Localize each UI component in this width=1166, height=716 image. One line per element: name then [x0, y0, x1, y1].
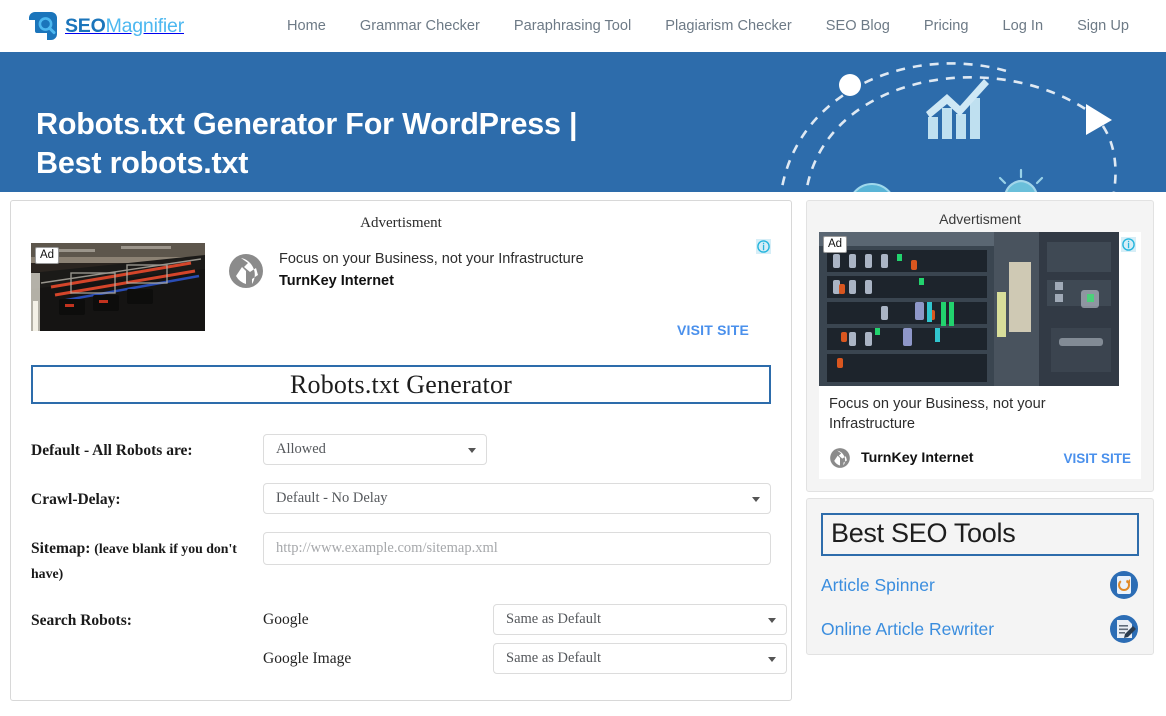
sidebar-ad-footer: TurnKey Internet VISIT SITE: [829, 447, 1131, 469]
tool-label-online-article-rewriter: Online Article Rewriter: [821, 619, 994, 640]
globe-icon: [829, 447, 851, 469]
tool-label-article-spinner: Article Spinner: [821, 575, 935, 596]
main-advertisement[interactable]: Ad Focus on your Business, not your Infr…: [31, 237, 771, 341]
magnifier-logo-icon: [28, 11, 58, 41]
sitemap-input[interactable]: [263, 532, 771, 565]
sitemap-label-main: Sitemap:: [31, 540, 90, 557]
search-robots-label: Search Robots:: [31, 604, 263, 633]
ad-badge: Ad: [35, 247, 59, 264]
globe-icon: [227, 252, 265, 290]
default-robots-value: Allowed: [276, 441, 326, 458]
ad-info-icon[interactable]: [756, 239, 771, 254]
sidebar-ad-visit-site-link[interactable]: VISIT SITE: [1063, 451, 1131, 466]
robot-value-google-image: Same as Default: [506, 650, 601, 667]
best-seo-tools-card: Best SEO Tools Article Spinner Online Ar…: [806, 498, 1154, 655]
nav-item-grammar-checker[interactable]: Grammar Checker: [343, 0, 497, 52]
robot-select-google[interactable]: Same as Default: [493, 604, 787, 635]
sidebar-advertisement[interactable]: Ad Focus on your Business, not your Infr…: [819, 232, 1141, 479]
hero-illustration: [760, 52, 1166, 192]
article-rewriter-icon: [1109, 614, 1139, 644]
robot-select-google-image[interactable]: Same as Default: [493, 643, 787, 674]
form-row-search-robots: Search Robots: Google Same as Default Go…: [31, 604, 771, 682]
robots-generator-form: Default - All Robots are: Allowed Crawl-…: [31, 434, 771, 682]
default-robots-label: Default - All Robots are:: [31, 434, 263, 463]
main-ad-copy: Focus on your Business, not your Infrast…: [279, 237, 771, 289]
sidebar-ad-headline: Focus on your Business, not your Infrast…: [829, 394, 1131, 434]
sidebar-ad-label: Advertisment: [819, 211, 1141, 227]
nav-item-paraphrasing-tool[interactable]: Paraphrasing Tool: [497, 0, 648, 52]
nav-item-sign-up[interactable]: Sign Up: [1060, 0, 1146, 52]
bar-chart-icon: [926, 79, 989, 139]
datacenter-photo[interactable]: Ad: [31, 243, 205, 331]
logo-text-magnifier: Magnifier: [106, 15, 184, 37]
form-row-crawl-delay: Crawl-Delay: Default - No Delay: [31, 483, 771, 514]
main-ad-brand: TurnKey Internet: [279, 273, 771, 289]
generator-title-box: Robots.txt Generator: [31, 365, 771, 404]
robot-row-google-image: Google Image Same as Default: [263, 643, 787, 674]
sidebar-advertisement-card: Advertisment: [806, 200, 1154, 492]
robot-name-google: Google: [263, 611, 493, 629]
main-ad-visit-site-link[interactable]: VISIT SITE: [677, 322, 749, 338]
form-row-default-robots: Default - All Robots are: Allowed: [31, 434, 771, 465]
crawl-delay-label: Crawl-Delay:: [31, 483, 263, 512]
generator-title: Robots.txt Generator: [290, 370, 512, 400]
crawl-delay-select[interactable]: Default - No Delay: [263, 483, 771, 514]
article-spinner-icon: [1109, 570, 1139, 600]
page-body: Advertisment: [0, 192, 1166, 701]
main-ad-headline: Focus on your Business, not your Infrast…: [279, 249, 771, 269]
tool-link-online-article-rewriter[interactable]: Online Article Rewriter: [821, 614, 1139, 644]
right-sidebar: Advertisment: [806, 200, 1154, 655]
tool-link-article-spinner[interactable]: Article Spinner: [821, 570, 1139, 600]
logo-text-seo: SEO: [65, 15, 106, 37]
sidebar-ad-body: Focus on your Business, not your Infrast…: [819, 386, 1141, 479]
robot-row-google: Google Same as Default: [263, 604, 787, 635]
sidebar-ad-badge: Ad: [823, 236, 847, 253]
sidebar-ad-brand: TurnKey Internet: [861, 450, 973, 466]
robot-value-google: Same as Default: [506, 611, 601, 628]
page-title: Robots.txt Generator For WordPress | Bes…: [36, 105, 596, 183]
play-triangle-icon: [1086, 104, 1112, 135]
logo-wordmark: SEOMagnifier: [65, 15, 184, 38]
robot-name-google-image: Google Image: [263, 650, 493, 668]
nav-item-seo-blog[interactable]: SEO Blog: [809, 0, 907, 52]
main-ad-label: Advertisment: [31, 215, 771, 232]
default-robots-select[interactable]: Allowed: [263, 434, 487, 465]
lightbulb-icon: [994, 170, 1048, 192]
crawl-delay-value: Default - No Delay: [276, 490, 388, 507]
nav-item-pricing[interactable]: Pricing: [907, 0, 986, 52]
hero-banner: Robots.txt Generator For WordPress | Bes…: [0, 52, 1166, 192]
primary-nav-links: Home Grammar Checker Paraphrasing Tool P…: [270, 0, 1146, 52]
search-robots-list: Google Same as Default Google Image Same…: [263, 604, 787, 682]
site-logo[interactable]: SEOMagnifier: [28, 11, 184, 41]
top-navigation-bar: SEOMagnifier Home Grammar Checker Paraph…: [0, 0, 1166, 52]
nav-item-plagiarism-checker[interactable]: Plagiarism Checker: [648, 0, 809, 52]
server-rack-photo[interactable]: Ad: [819, 232, 1141, 386]
main-content-card: Advertisment: [10, 200, 792, 701]
best-seo-tools-title-box: Best SEO Tools: [821, 513, 1139, 556]
nav-item-log-in[interactable]: Log In: [986, 0, 1061, 52]
nav-item-home[interactable]: Home: [270, 0, 343, 52]
ad-info-icon[interactable]: [1121, 237, 1136, 252]
form-row-sitemap: Sitemap: (leave blank if you don't have): [31, 532, 771, 586]
best-seo-tools-title: Best SEO Tools: [831, 518, 1015, 548]
sitemap-label: Sitemap: (leave blank if you don't have): [31, 532, 263, 586]
white-dot-icon: [839, 74, 861, 96]
